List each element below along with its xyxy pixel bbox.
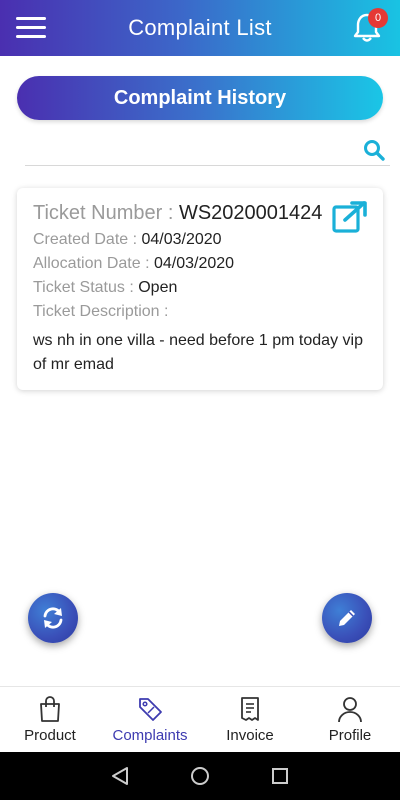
notification-badge: 0: [368, 8, 388, 28]
ticket-number-value: WS2020001424: [178, 202, 323, 224]
allocation-date-value: 04/03/2020: [153, 255, 235, 272]
allocation-date: Allocation Date : 04/03/2020: [33, 255, 367, 273]
ticket-card[interactable]: Ticket Number : WS2020001424 Created Dat…: [17, 188, 383, 390]
created-date-value: 04/03/2020: [141, 231, 222, 248]
nav-label-product: Product: [24, 727, 76, 744]
search-bar[interactable]: [25, 136, 390, 166]
created-date: Created Date : 04/03/2020: [33, 231, 367, 249]
ticket-number: Ticket Number : WS2020001424: [33, 202, 367, 225]
ticket-status-value: Open: [138, 279, 178, 296]
allocation-date-label: Allocation Date :: [33, 255, 154, 272]
nav-item-profile[interactable]: Profile: [300, 687, 400, 752]
open-external-icon[interactable]: [331, 200, 369, 234]
nav-label-complaints: Complaints: [112, 727, 188, 744]
nav-item-complaints[interactable]: Complaints: [100, 687, 200, 752]
home-icon[interactable]: [188, 764, 212, 788]
nav-label-profile: Profile: [328, 727, 372, 744]
ticket-description-label: Ticket Description :: [33, 303, 169, 320]
nav-item-product[interactable]: Product: [0, 687, 100, 752]
ticket-status-label: Ticket Status :: [33, 279, 139, 296]
receipt-icon: [241, 697, 259, 721]
menu-icon[interactable]: [16, 17, 46, 39]
ticket-number-label: Ticket Number :: [33, 202, 179, 224]
notification-bell-icon[interactable]: 0: [352, 8, 388, 44]
person-icon: [338, 697, 362, 723]
search-icon[interactable]: [362, 138, 386, 162]
bag-icon: [40, 696, 60, 722]
bottom-nav: Product Complaints Invoice Profile: [0, 686, 400, 752]
back-icon[interactable]: [108, 764, 132, 788]
complaint-history-button[interactable]: Complaint History: [17, 76, 383, 120]
pencil-icon: [339, 610, 355, 626]
tag-icon: [139, 698, 162, 721]
ticket-description-value: ws nh in one villa - need before 1 pm to…: [33, 332, 363, 373]
ticket-status: Ticket Status : Open: [33, 279, 367, 297]
recents-icon[interactable]: [268, 764, 292, 788]
page-title: Complaint List: [128, 15, 272, 40]
system-nav-bar: [0, 752, 400, 800]
nav-item-invoice[interactable]: Invoice: [200, 687, 300, 752]
edit-button[interactable]: [322, 593, 372, 643]
created-date-label: Created Date :: [33, 231, 142, 248]
refresh-icon: [43, 607, 63, 629]
refresh-button[interactable]: [28, 593, 78, 643]
nav-label-invoice: Invoice: [226, 727, 274, 744]
app-bar: Complaint List 0: [0, 0, 400, 56]
